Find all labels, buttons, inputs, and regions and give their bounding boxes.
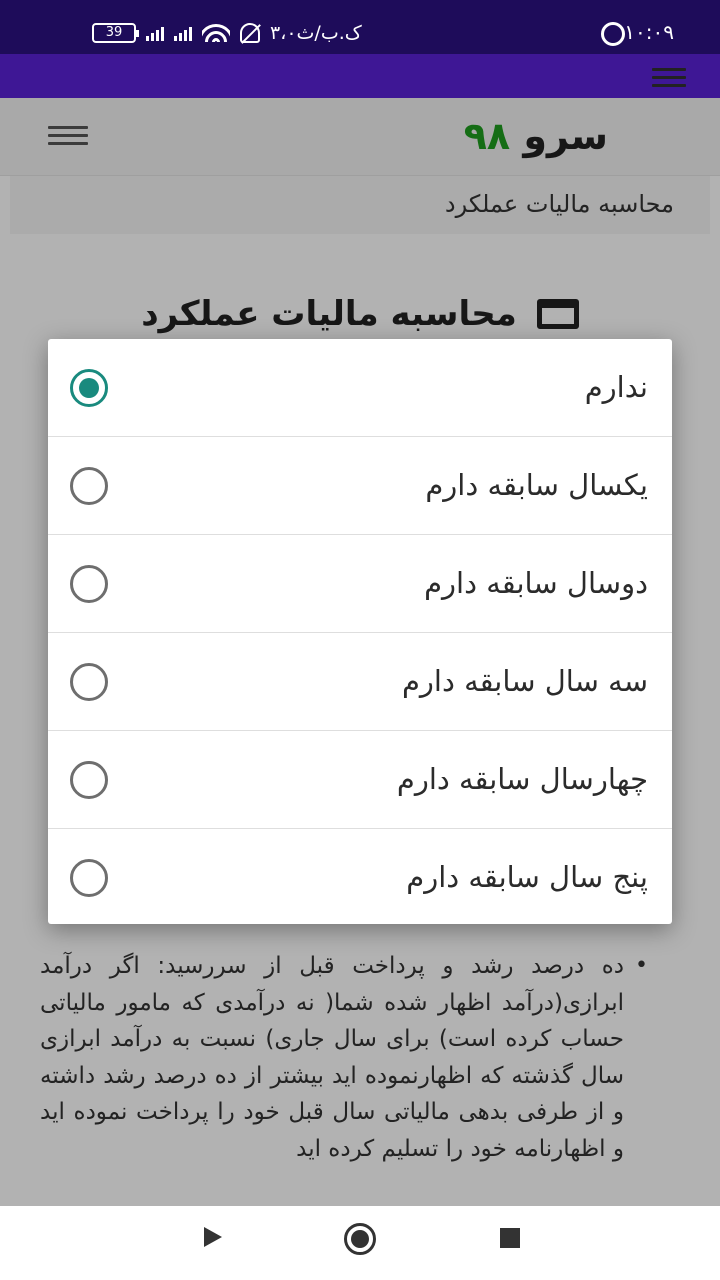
option-label: پنج سال سابقه دارم xyxy=(406,860,648,894)
app-notification-icon xyxy=(601,22,625,46)
option-4[interactable]: چهارسال سابقه دارم xyxy=(48,731,672,829)
option-1[interactable]: یکسال سابقه دارم xyxy=(48,437,672,535)
radio-button-icon[interactable] xyxy=(70,369,108,407)
radio-button-icon[interactable] xyxy=(70,761,108,799)
system-nav-bar xyxy=(0,1206,720,1280)
square-recents-icon[interactable] xyxy=(500,1228,520,1248)
data-speed: ۳،۰ک.ب/ث xyxy=(270,22,362,44)
selection-dialog: ندارم یکسال سابقه دارم دوسال سابقه دارم … xyxy=(48,339,672,924)
status-bar: 39 ۳،۰ک.ب/ث ۱۰:۰۹ xyxy=(0,0,720,54)
option-2[interactable]: دوسال سابقه دارم xyxy=(48,535,672,633)
radio-button-icon[interactable] xyxy=(70,859,108,897)
battery-level: 39 xyxy=(105,25,123,40)
wifi-icon xyxy=(202,24,230,42)
option-label: چهارسال سابقه دارم xyxy=(396,762,648,796)
circle-home-icon[interactable] xyxy=(344,1223,376,1255)
radio-button-icon[interactable] xyxy=(70,467,108,505)
option-0[interactable]: ندارم xyxy=(48,339,672,437)
signal-icon-2 xyxy=(174,25,192,41)
radio-button-icon[interactable] xyxy=(70,663,108,701)
option-3[interactable]: سه سال سابقه دارم xyxy=(48,633,672,731)
option-label: دوسال سابقه دارم xyxy=(424,566,648,600)
clock: ۱۰:۰۹ xyxy=(624,20,674,44)
option-label: سه سال سابقه دارم xyxy=(401,664,648,698)
triangle-back-icon[interactable] xyxy=(204,1227,222,1247)
battery-icon: 39 xyxy=(92,23,139,43)
app-bar xyxy=(0,54,720,98)
hamburger-icon[interactable] xyxy=(652,68,686,87)
muted-bell-icon xyxy=(240,23,260,43)
option-label: ندارم xyxy=(584,370,648,404)
signal-icon xyxy=(146,25,164,41)
status-left-group: 39 ۳،۰ک.ب/ث xyxy=(92,20,362,46)
option-5[interactable]: پنج سال سابقه دارم xyxy=(48,829,672,927)
option-label: یکسال سابقه دارم xyxy=(425,468,648,502)
radio-button-icon[interactable] xyxy=(70,565,108,603)
